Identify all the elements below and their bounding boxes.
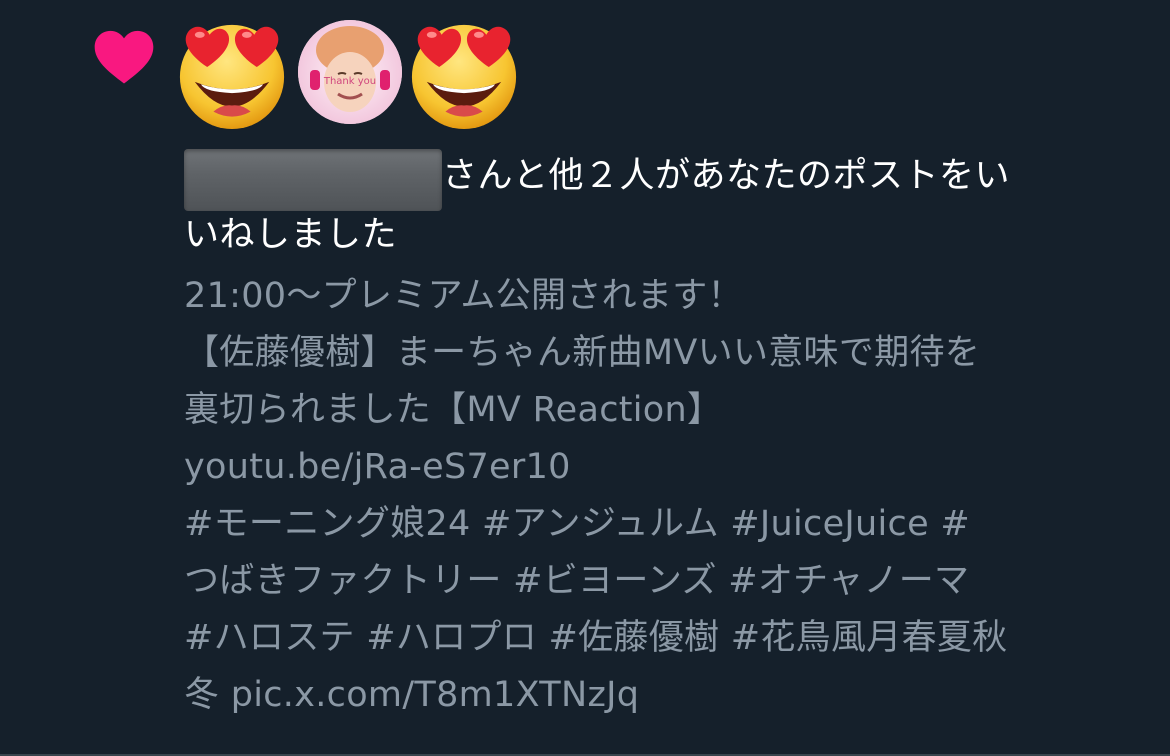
notification-text: さんと他２人があなたのポストをい いねしました (184, 148, 1124, 263)
post-line: 裏切られました【MV Reaction】 (184, 390, 723, 430)
heart-eyes-emoji-icon[interactable] (402, 10, 526, 134)
post-line: 冬 pic.x.com/T8m1XTNzJq (184, 675, 640, 715)
notification-text-part2: いねしました (184, 215, 398, 255)
heart-icon (94, 30, 154, 84)
post-preview[interactable]: 21:00～プレミアム公開されます！ 【佐藤優樹】まーちゃん新曲MVいい意味で期… (184, 268, 1124, 724)
notification-content: さんと他２人があなたのポストをい いねしました 21:00～プレミアム公開されま… (184, 148, 1124, 724)
heart-eyes-emoji-icon[interactable] (170, 10, 294, 134)
post-line: 21:00～プレミアム公開されます！ (184, 276, 743, 316)
post-line: 【佐藤優樹】まーちゃん新曲MVいい意味で期待を (184, 333, 981, 373)
post-hashtags-line: #モーニング娘24 #アンジュルム #JuiceJuice # (184, 504, 970, 544)
post-hashtags-line: つばきファクトリー #ビヨーンズ #オチャノーマ (184, 561, 970, 601)
redacted-username (184, 149, 442, 211)
notification-text-part1: さんと他２人があなたのポストをい (442, 156, 1011, 196)
post-link[interactable]: youtu.be/jRa-eS7er10 (184, 439, 1124, 496)
avatar-caption: Thank you (323, 76, 377, 87)
user-avatar[interactable]: Thank you (298, 20, 402, 124)
post-hashtags-line: #ハロステ #ハロプロ #佐藤優樹 #花鳥風月春夏秋 (184, 618, 1008, 658)
